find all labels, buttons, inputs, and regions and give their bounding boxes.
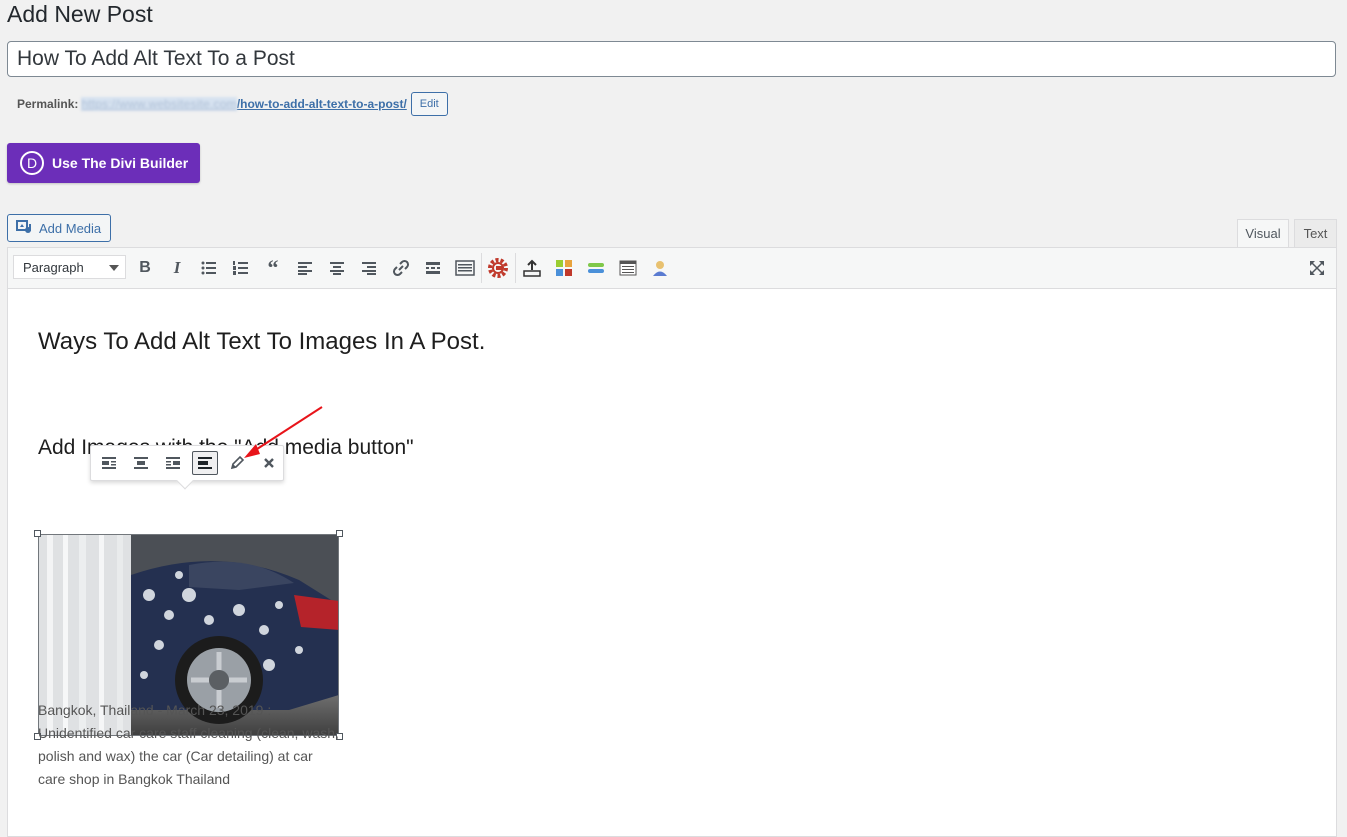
fullscreen-icon (1310, 261, 1324, 275)
divi-logo-icon: D (20, 151, 44, 175)
gear-icon (488, 258, 508, 278)
page-title: Add New Post (7, 1, 153, 27)
toolbar-separator (515, 253, 516, 283)
editor: Paragraph B I “ Ways To Add Alt Text To … (7, 247, 1337, 837)
chevron-down-icon (109, 265, 119, 271)
blockquote-icon: “ (267, 255, 279, 280)
image-align-right-button[interactable] (160, 451, 186, 475)
read-more-button[interactable] (420, 256, 446, 280)
blockquote-button[interactable]: “ (260, 255, 286, 280)
color-blocks-icon (556, 260, 572, 276)
resize-handle-top-left[interactable] (34, 530, 41, 537)
align-center-icon (330, 262, 344, 275)
tab-visual[interactable]: Visual (1237, 219, 1289, 248)
toolbar-separator (481, 253, 482, 283)
image-edit-button[interactable] (224, 451, 250, 475)
align-right-button[interactable] (356, 256, 382, 280)
align-center-icon (134, 457, 148, 469)
link-icon (392, 259, 410, 277)
image-align-center-button[interactable] (128, 451, 154, 475)
divi-builder-label: Use The Divi Builder (52, 155, 189, 171)
media-icon (16, 220, 31, 233)
user-icon (653, 261, 667, 276)
image-align-left-button[interactable] (96, 451, 122, 475)
table-icon (619, 260, 637, 276)
keyboard-icon (455, 260, 475, 276)
bulleted-list-button[interactable] (196, 256, 222, 280)
editor-toolbar: Paragraph B I “ (8, 248, 1336, 289)
upload-icon (523, 259, 541, 277)
align-right-icon (166, 457, 180, 469)
image-toolbar (90, 445, 284, 481)
format-select[interactable]: Paragraph (13, 255, 126, 279)
table-button[interactable] (615, 256, 641, 280)
align-center-button[interactable] (324, 256, 350, 280)
permalink-domain[interactable]: https://www.websitesite.com (81, 97, 237, 111)
image-align-none-button[interactable] (192, 451, 218, 475)
bold-button[interactable]: B (132, 256, 158, 280)
link-button[interactable] (388, 256, 414, 280)
toolbar-toggle-button[interactable] (452, 256, 478, 280)
tab-text[interactable]: Text (1294, 219, 1337, 248)
user-button[interactable] (647, 256, 673, 280)
read-more-icon (426, 262, 440, 274)
add-media-label: Add Media (39, 220, 102, 236)
post-title-input[interactable] (7, 41, 1336, 77)
plugin-gear-button[interactable] (485, 256, 511, 280)
numbered-list-icon (233, 261, 248, 275)
format-select-value: Paragraph (23, 259, 84, 275)
bulleted-list-icon (201, 261, 216, 275)
add-media-button[interactable]: Add Media (7, 214, 111, 242)
align-left-icon (102, 457, 116, 469)
permalink-slug-link[interactable]: /how-to-add-alt-text-to-a-post/ (237, 97, 407, 111)
italic-icon: I (173, 258, 181, 277)
divi-builder-button[interactable]: D Use The Divi Builder (7, 143, 200, 183)
edit-pencil-icon (230, 455, 245, 470)
content-heading-ways[interactable]: Ways To Add Alt Text To Images In A Post… (38, 328, 485, 356)
italic-button[interactable]: I (164, 256, 190, 280)
align-none-icon (198, 457, 212, 469)
bold-icon: B (139, 259, 151, 276)
numbered-list-button[interactable] (228, 256, 254, 280)
permalink-label: Permalink: (17, 97, 79, 111)
align-left-button[interactable] (292, 256, 318, 280)
align-right-icon (362, 262, 376, 275)
divider-button[interactable] (583, 256, 609, 280)
remove-icon (264, 458, 274, 468)
permalink-edit-button[interactable]: Edit (410, 92, 448, 116)
image-remove-button[interactable] (256, 451, 282, 475)
resize-handle-top-right[interactable] (336, 530, 343, 537)
divider-icon (588, 263, 604, 273)
align-left-icon (298, 262, 312, 275)
permalink-row: Permalink: https://www.websitesite.com /… (17, 92, 448, 116)
colors-button[interactable] (551, 256, 577, 280)
fullscreen-button[interactable] (1304, 256, 1330, 280)
image-caption[interactable]: Bangkok, Thailand - March 23, 2019 : Uni… (38, 699, 343, 791)
upload-button[interactable] (519, 256, 545, 280)
